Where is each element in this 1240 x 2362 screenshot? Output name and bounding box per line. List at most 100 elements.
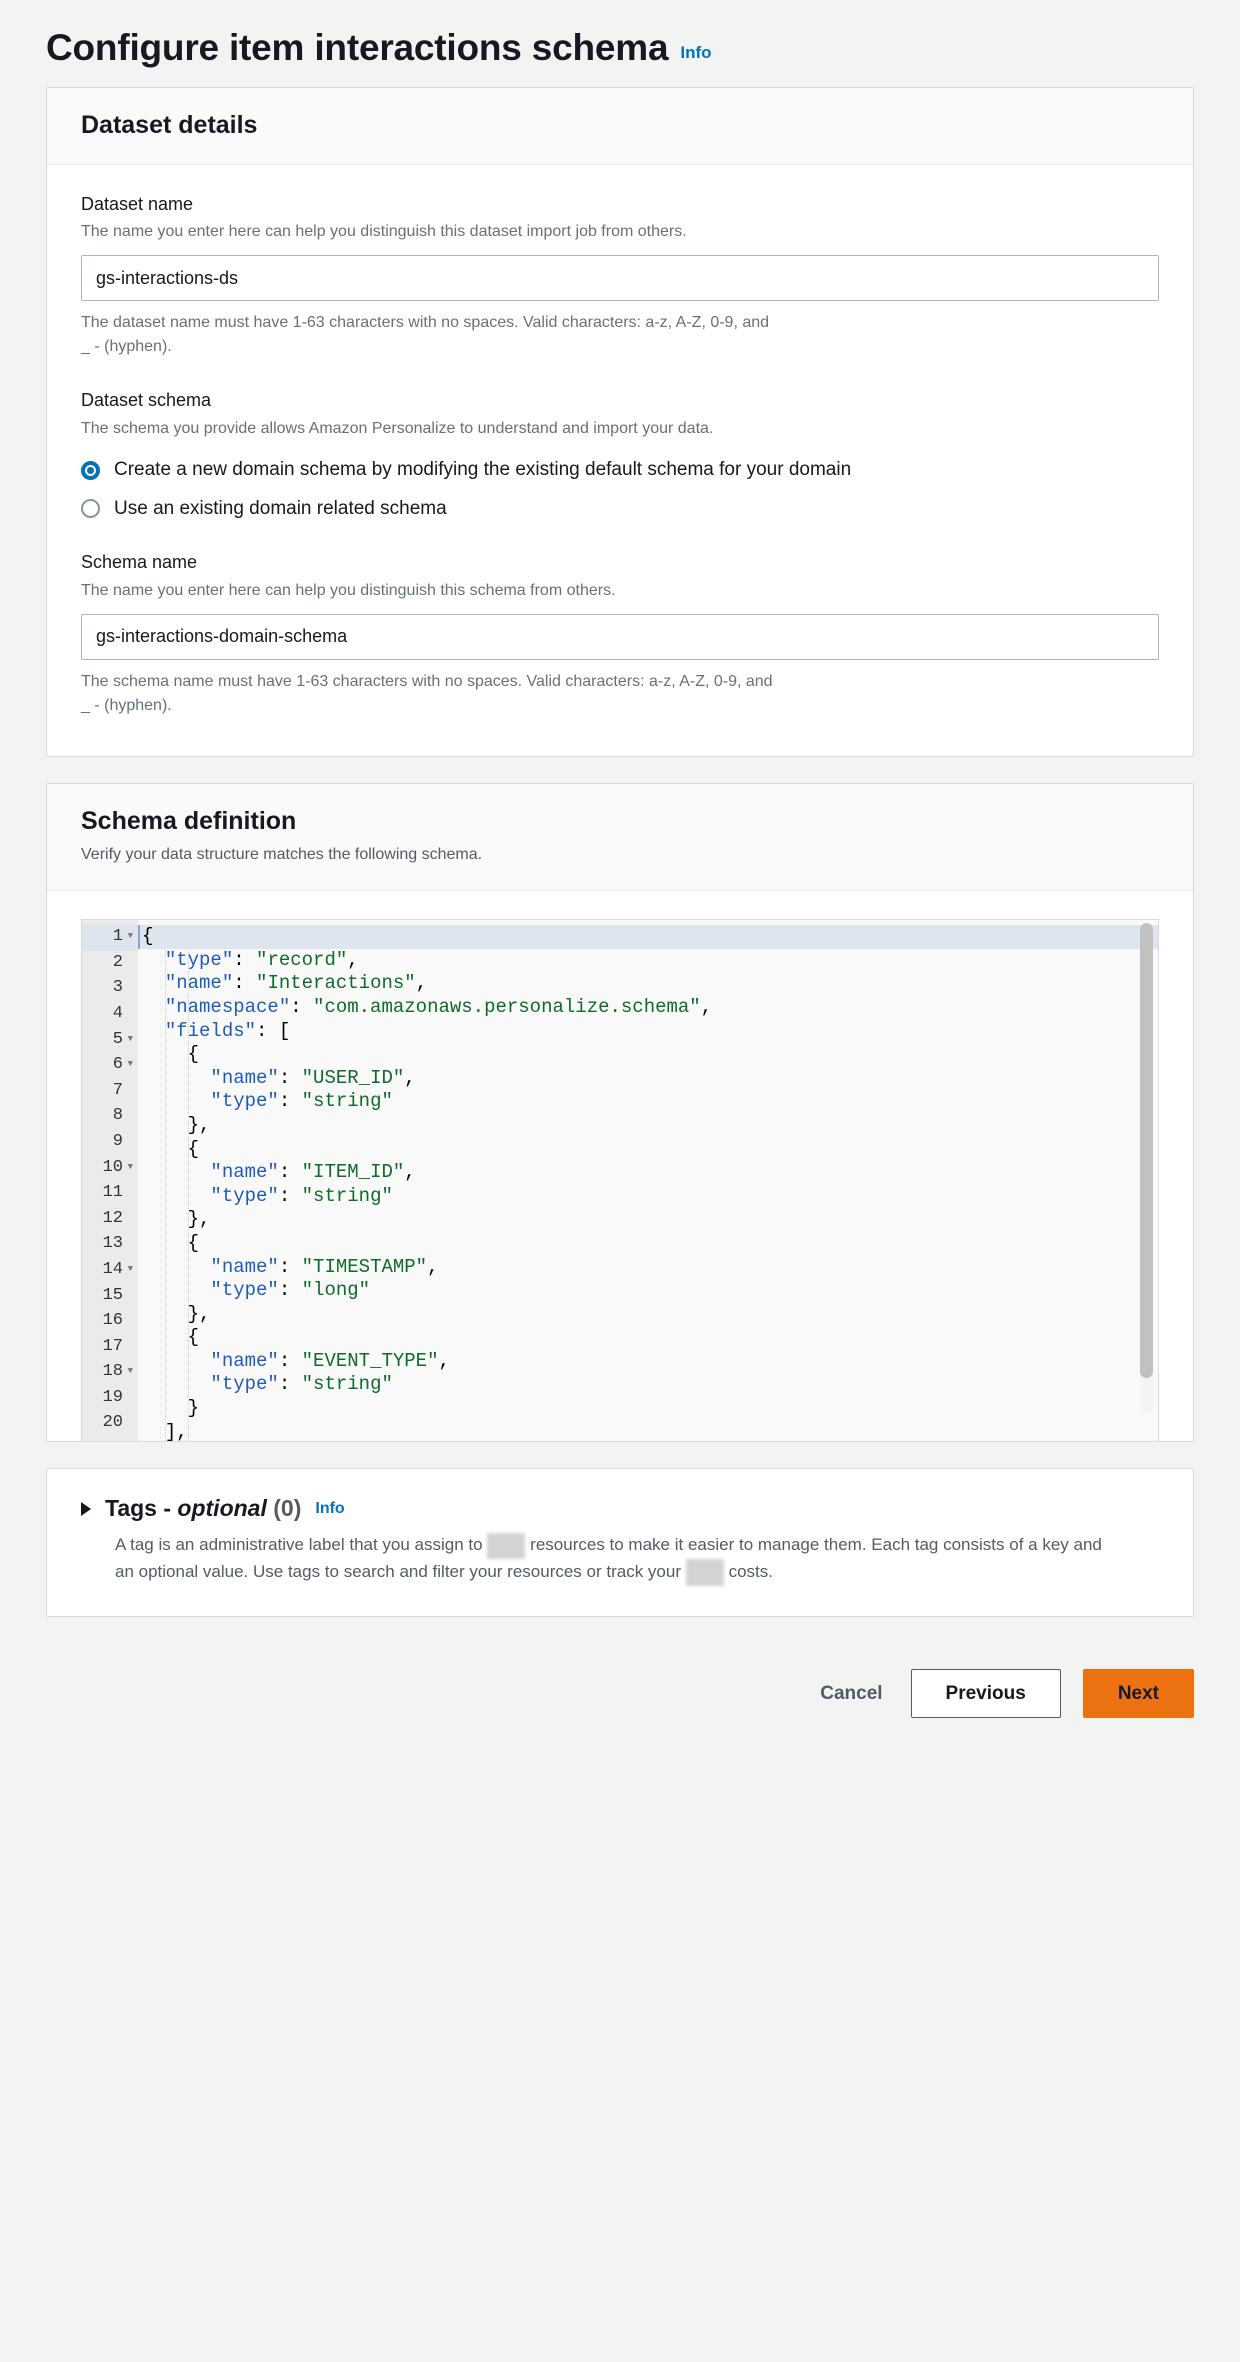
editor-code-area[interactable]: { "type": "record", "name": "Interaction… — [138, 920, 1158, 1441]
radio-indicator-unselected[interactable] — [81, 499, 100, 518]
dataset-schema-radio-group: Create a new domain schema by modifying … — [81, 458, 1159, 521]
editor-line-number: 16▼ — [82, 1309, 138, 1335]
editor-code-line: } — [138, 1397, 1158, 1421]
radio-option-use-existing-schema[interactable]: Use an existing domain related schema — [81, 497, 1159, 522]
radio-indicator-selected[interactable] — [81, 461, 100, 480]
editor-line-number: 3▼ — [82, 976, 138, 1002]
dataset-name-constraint: The dataset name must have 1-63 characte… — [81, 311, 781, 359]
editor-code-line: { — [138, 1326, 1158, 1350]
tags-header[interactable]: Tags - optional (0) Info — [81, 1495, 1159, 1522]
editor-code-line: "name": "USER_ID", — [138, 1067, 1158, 1091]
tags-description-part3: costs. — [729, 1562, 773, 1581]
editor-code-line: ], — [138, 1421, 1158, 1442]
previous-button[interactable]: Previous — [911, 1669, 1061, 1718]
dataset-details-card: Dataset details Dataset name The name yo… — [46, 87, 1194, 757]
editor-code-line: }, — [138, 1208, 1158, 1232]
editor-code-line: }, — [138, 1114, 1158, 1138]
schema-definition-description: Verify your data structure matches the f… — [81, 844, 1159, 866]
editor-code-line: "name": "Interactions", — [138, 972, 1158, 996]
schema-editor-wrap: 1▼2▼3▼4▼5▼6▼7▼8▼9▼10▼11▼12▼13▼14▼15▼16▼1… — [47, 891, 1193, 1441]
editor-code-line: { — [138, 1043, 1158, 1067]
schema-definition-card: Schema definition Verify your data struc… — [46, 783, 1194, 1442]
tags-description-part1: A tag is an administrative label that yo… — [115, 1535, 483, 1554]
editor-line-number: 21▼ — [82, 1437, 138, 1441]
tags-card: Tags - optional (0) Info A tag is an adm… — [46, 1468, 1194, 1616]
schema-name-label: Schema name — [81, 551, 1159, 574]
editor-line-numbers: 1▼2▼3▼4▼5▼6▼7▼8▼9▼10▼11▼12▼13▼14▼15▼16▼1… — [82, 920, 138, 1441]
editor-code-line: "type": "string" — [138, 1185, 1158, 1209]
schema-definition-title: Schema definition — [81, 806, 1159, 836]
dataset-details-header: Dataset details — [47, 88, 1193, 165]
editor-line-number: 8▼ — [82, 1104, 138, 1130]
editor-code-line: "namespace": "com.amazonaws.personalize.… — [138, 996, 1158, 1020]
editor-code-line: "type": "long" — [138, 1279, 1158, 1303]
redacted-text-1: AWS — [487, 1533, 525, 1559]
editor-line-number: 9▼ — [82, 1130, 138, 1156]
editor-code-line: "name": "EVENT_TYPE", — [138, 1350, 1158, 1374]
editor-code-line: "fields": [ — [138, 1020, 1158, 1044]
editor-code-line: { — [138, 1232, 1158, 1256]
editor-line-number: 10▼ — [82, 1156, 138, 1182]
header-info-link[interactable]: Info — [680, 43, 711, 63]
editor-line-number: 2▼ — [82, 951, 138, 977]
dataset-schema-field: Dataset schema The schema you provide al… — [81, 389, 1159, 521]
page-root: Configure item interactions schema Info … — [0, 0, 1240, 1752]
tags-title: Tags - optional (0) — [105, 1495, 301, 1522]
schema-name-field: Schema name The name you enter here can … — [81, 551, 1159, 718]
editor-code-line: "type": "string" — [138, 1373, 1158, 1397]
editor-code-line: "name": "TIMESTAMP", — [138, 1256, 1158, 1280]
redacted-text-2: AWS — [686, 1559, 724, 1585]
dataset-details-body: Dataset name The name you enter here can… — [47, 165, 1193, 756]
dataset-name-description: The name you enter here can help you dis… — [81, 220, 1159, 243]
editor-line-number: 1▼ — [82, 925, 138, 951]
editor-code-line: }, — [138, 1303, 1158, 1327]
schema-name-constraint: The schema name must have 1-63 character… — [81, 670, 781, 718]
cancel-button[interactable]: Cancel — [814, 1674, 888, 1713]
radio-label-use-existing-schema: Use an existing domain related schema — [114, 497, 447, 522]
editor-line-number: 20▼ — [82, 1411, 138, 1437]
expand-collapse-triangle-icon[interactable] — [81, 1502, 91, 1516]
dataset-details-title: Dataset details — [81, 110, 1159, 140]
editor-scrollbar-thumb[interactable] — [1140, 923, 1153, 1378]
editor-line-number: 19▼ — [82, 1386, 138, 1412]
tags-title-text: Tags - — [105, 1495, 177, 1521]
editor-line-number: 7▼ — [82, 1079, 138, 1105]
page-header: Configure item interactions schema Info — [0, 0, 1240, 87]
editor-code-lines: { "type": "record", "name": "Interaction… — [138, 925, 1158, 1441]
dataset-schema-label: Dataset schema — [81, 389, 1159, 412]
schema-definition-header: Schema definition Verify your data struc… — [47, 784, 1193, 891]
editor-line-number: 17▼ — [82, 1335, 138, 1361]
wizard-footer: Cancel Previous Next — [0, 1643, 1240, 1752]
schema-code-editor[interactable]: 1▼2▼3▼4▼5▼6▼7▼8▼9▼10▼11▼12▼13▼14▼15▼16▼1… — [81, 919, 1159, 1441]
editor-line-number: 14▼ — [82, 1258, 138, 1284]
editor-code-line: { — [138, 1138, 1158, 1162]
schema-name-input[interactable] — [81, 614, 1159, 660]
schema-name-description: The name you enter here can help you dis… — [81, 579, 1159, 602]
page-title: Configure item interactions schema — [46, 28, 668, 69]
dataset-name-label: Dataset name — [81, 193, 1159, 216]
dataset-name-field: Dataset name The name you enter here can… — [81, 193, 1159, 360]
editor-line-number: 13▼ — [82, 1232, 138, 1258]
radio-label-create-new-schema: Create a new domain schema by modifying … — [114, 458, 851, 483]
tags-section: Tags - optional (0) Info A tag is an adm… — [47, 1469, 1193, 1615]
editor-code-line: "type": "record", — [138, 949, 1158, 973]
editor-code-line: "name": "ITEM_ID", — [138, 1161, 1158, 1185]
tags-optional-word: optional — [177, 1495, 266, 1521]
editor-code-line: "type": "string" — [138, 1090, 1158, 1114]
editor-code-line: { — [138, 925, 1158, 949]
tags-count: (0) — [273, 1495, 301, 1521]
editor-line-number: 15▼ — [82, 1284, 138, 1310]
editor-line-number: 11▼ — [82, 1181, 138, 1207]
radio-option-create-new-schema[interactable]: Create a new domain schema by modifying … — [81, 458, 1159, 483]
editor-vertical-scrollbar[interactable] — [1140, 923, 1153, 1413]
editor-line-number: 6▼ — [82, 1053, 138, 1079]
editor-line-number: 12▼ — [82, 1207, 138, 1233]
tags-info-link[interactable]: Info — [315, 1500, 344, 1518]
next-button[interactable]: Next — [1083, 1669, 1194, 1718]
editor-line-number: 18▼ — [82, 1360, 138, 1386]
editor-line-number: 4▼ — [82, 1002, 138, 1028]
editor-line-number: 5▼ — [82, 1028, 138, 1054]
dataset-name-input[interactable] — [81, 255, 1159, 301]
tags-description: A tag is an administrative label that yo… — [115, 1532, 1125, 1585]
dataset-schema-description: The schema you provide allows Amazon Per… — [81, 417, 1159, 440]
